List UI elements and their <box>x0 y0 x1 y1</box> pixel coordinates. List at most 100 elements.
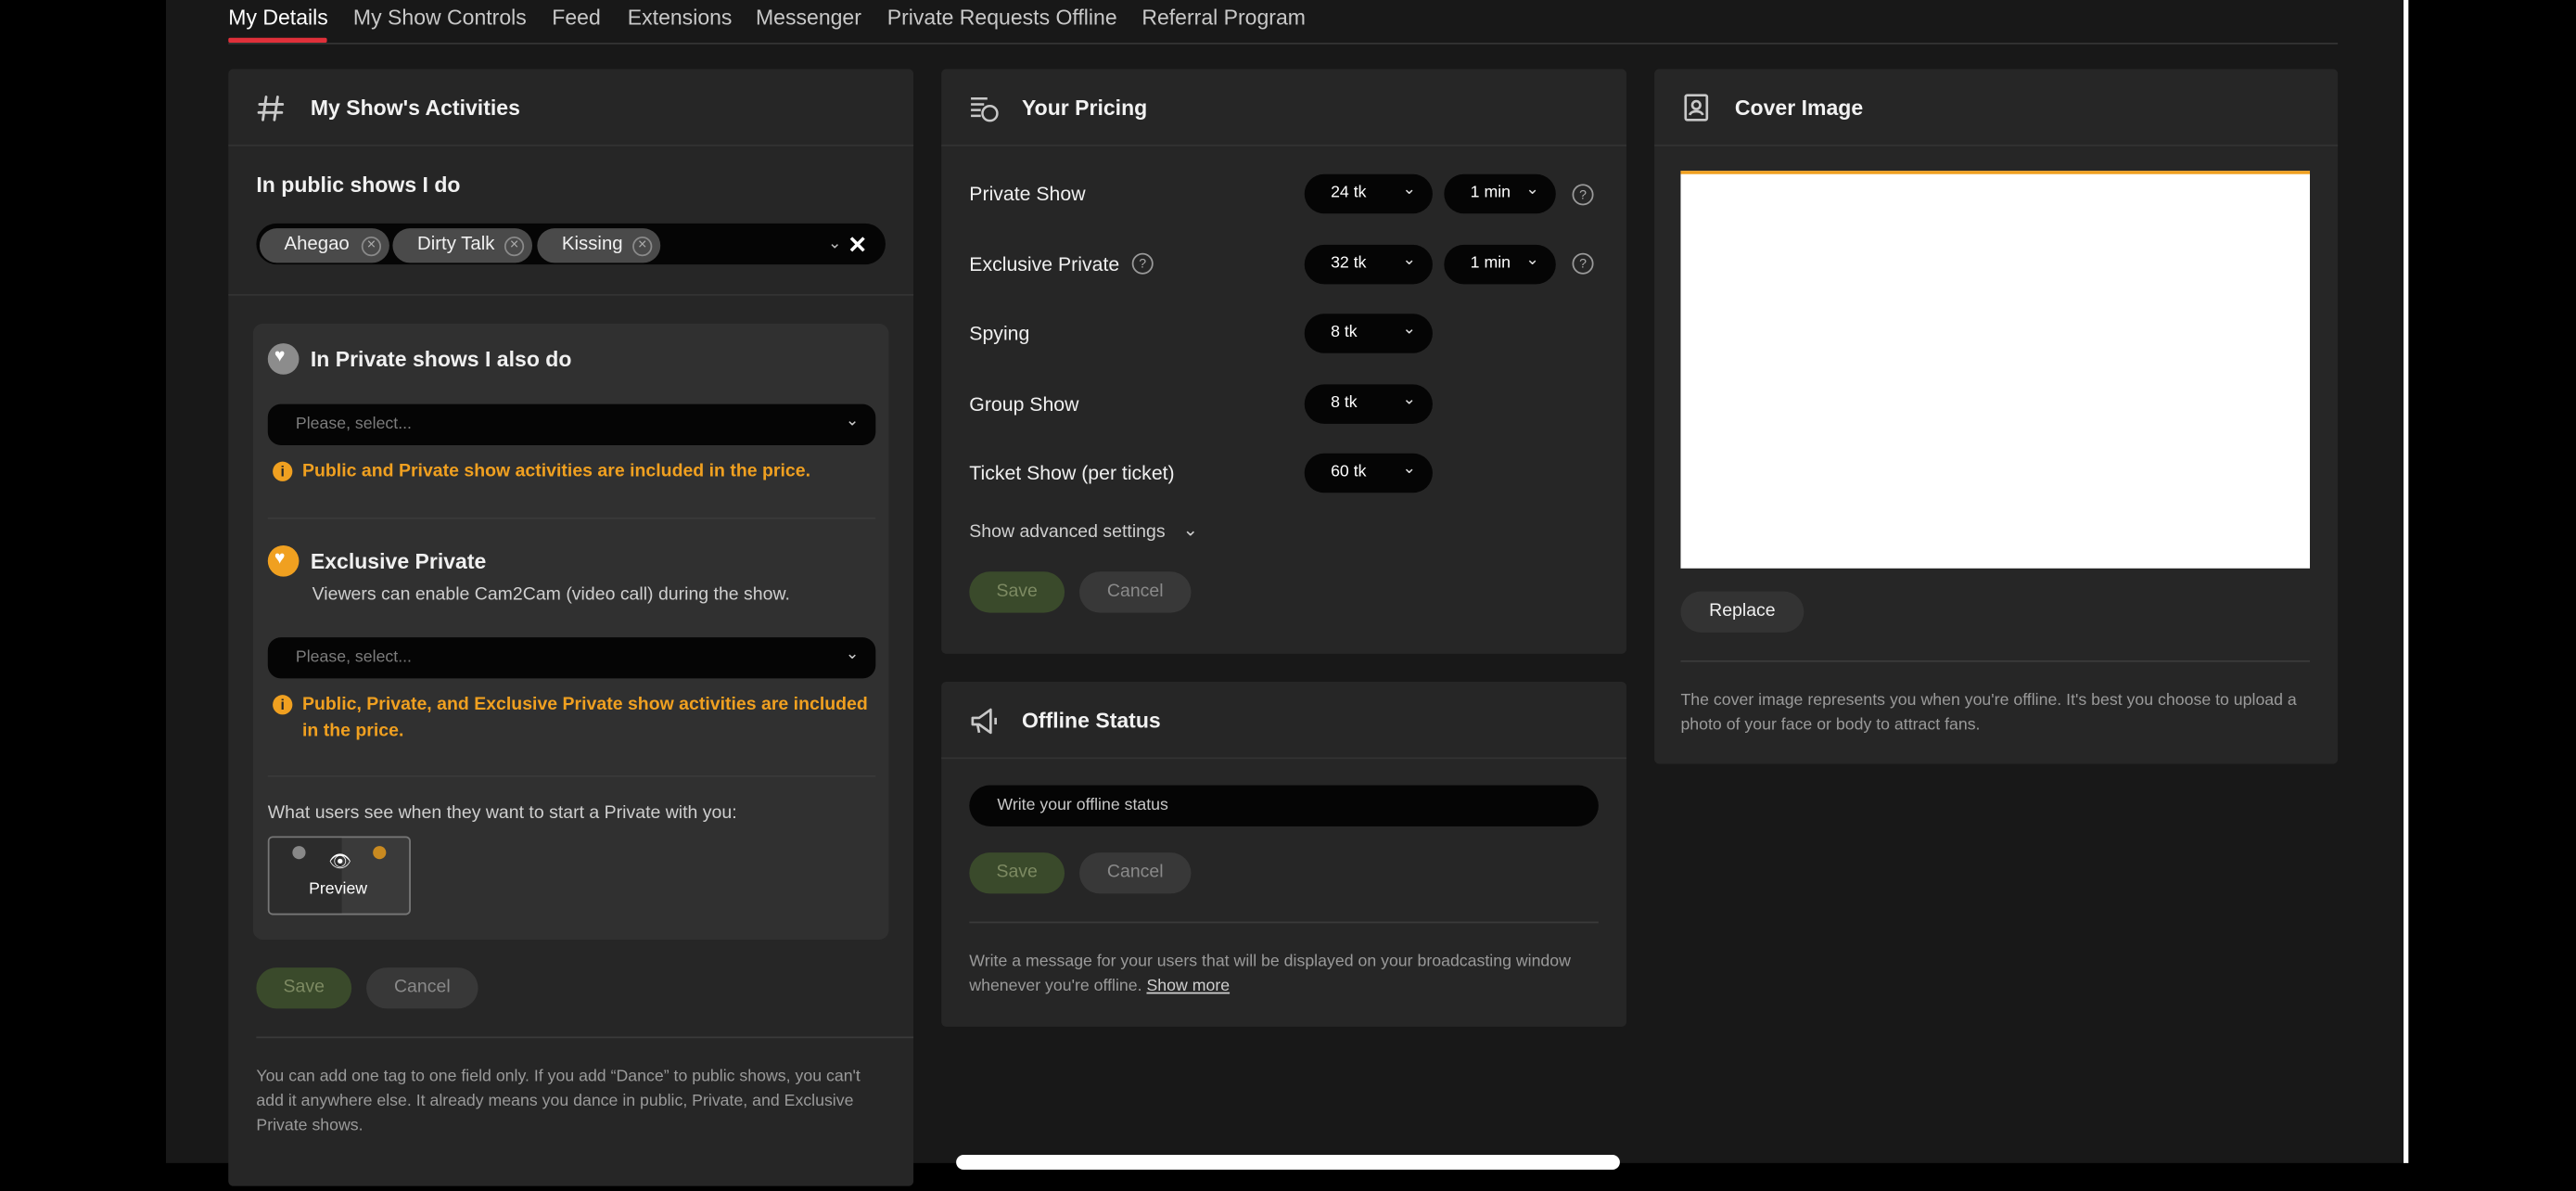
cover-header: Cover Image <box>1654 69 2339 147</box>
heart-icon: ♥ <box>274 346 286 366</box>
select-value: 1 min <box>1470 254 1511 273</box>
preview-thumbnail[interactable]: 👁 Preview <box>267 836 411 916</box>
offline-note: Write a message for your users that will… <box>969 950 1577 999</box>
chevron-down-icon: ⌄ <box>1402 459 1417 479</box>
input-placeholder: Write your offline status <box>997 796 1168 815</box>
select-value: 32 tk <box>1331 254 1367 273</box>
private-heart-badge: ♥ <box>267 343 300 375</box>
group-show-price-select[interactable]: 8 tk ⌄ <box>1304 384 1433 424</box>
preview-label: Preview <box>309 880 368 899</box>
info-icon: i <box>273 695 293 715</box>
offline-status-input[interactable]: Write your offline status <box>969 785 1599 826</box>
offline-title: Offline Status <box>1021 708 1161 733</box>
tag-label: Kissing <box>561 235 623 255</box>
private-show-label: Private Show <box>969 182 1086 206</box>
tag-chip[interactable]: Dirty Talk ✕ <box>392 228 533 263</box>
tab-referral-program[interactable]: Referral Program <box>1141 5 1306 30</box>
pricing-cancel-button[interactable]: Cancel <box>1079 571 1192 613</box>
private-price-note: Public and Private show activities are i… <box>301 461 811 481</box>
select-value: 8 tk <box>1331 323 1358 342</box>
select-value: 24 tk <box>1331 184 1367 202</box>
chevron-down-icon[interactable]: ⌄ <box>1183 519 1198 540</box>
select-placeholder: Please, select... <box>295 648 412 668</box>
chevron-down-icon: ⌄ <box>1402 250 1417 270</box>
portrait-icon <box>1684 94 1709 122</box>
chevron-down-icon: ⌄ <box>1402 320 1417 339</box>
chevron-down-icon: ⌄ <box>845 646 860 664</box>
exclusive-private-label: Exclusive Private <box>969 252 1120 276</box>
pricing-save-button[interactable]: Save <box>969 571 1065 613</box>
tag-chip[interactable]: Ahegao ✕ <box>259 228 389 263</box>
tab-extensions[interactable]: Extensions <box>628 5 733 30</box>
show-more-link[interactable]: Show more <box>1146 978 1230 995</box>
preview-caption: What users see when they want to start a… <box>267 803 737 824</box>
divider <box>267 775 876 777</box>
spying-price-select[interactable]: 8 tk ⌄ <box>1304 314 1433 353</box>
info-icon: i <box>273 461 293 481</box>
exclusive-activities-select[interactable]: Please, select... ⌄ <box>267 637 876 679</box>
hashtag-icon <box>257 96 285 122</box>
private-show-price-select[interactable]: 24 tk ⌄ <box>1304 173 1433 214</box>
exclusive-heart-badge: ♥ <box>267 544 300 577</box>
replace-button[interactable]: Replace <box>1680 591 1804 633</box>
tag-chip[interactable]: Kissing ✕ <box>537 228 661 263</box>
select-value: 8 tk <box>1331 394 1358 413</box>
chevron-down-icon[interactable]: ⌄ <box>828 235 842 252</box>
public-shows-heading: In public shows I do <box>256 172 461 198</box>
tab-my-show-controls[interactable]: My Show Controls <box>353 5 527 30</box>
help-icon[interactable]: ? <box>1131 252 1154 275</box>
divider <box>267 517 876 519</box>
tab-messenger[interactable]: Messenger <box>756 5 861 30</box>
select-value: 1 min <box>1470 184 1511 202</box>
offline-cancel-button[interactable]: Cancel <box>1079 852 1192 894</box>
chevron-down-icon: ⌄ <box>1525 180 1540 199</box>
exclusive-private-duration-select[interactable]: 1 min ⌄ <box>1444 244 1556 285</box>
private-shows-heading: In Private shows I also do <box>310 346 572 372</box>
help-icon[interactable]: ? <box>1572 252 1594 275</box>
activities-save-button[interactable]: Save <box>256 967 352 1009</box>
tab-private-requests-offline[interactable]: Private Requests Offline <box>887 5 1117 30</box>
eye-icon: 👁 <box>328 852 352 873</box>
exclusive-price-note: Public, Private, and Exclusive Private s… <box>301 695 868 741</box>
divider <box>1680 660 2311 662</box>
clear-tags-icon[interactable]: ✕ <box>848 232 867 260</box>
app-viewport: My Details My Show Controls Feed Extensi… <box>0 0 2576 1191</box>
help-icon[interactable]: ? <box>1572 184 1594 206</box>
private-show-duration-select[interactable]: 1 min ⌄ <box>1444 173 1556 214</box>
remove-tag-icon[interactable]: ✕ <box>632 237 653 257</box>
preview-dot <box>373 846 387 860</box>
footer-note: You can add one tag to one field only. I… <box>256 1068 861 1135</box>
chevron-down-icon: ⌄ <box>1402 391 1417 409</box>
offline-save-button[interactable]: Save <box>969 852 1065 894</box>
divider <box>969 921 1599 924</box>
cover-image-preview <box>1680 171 2311 569</box>
offline-header: Offline Status <box>941 682 1626 760</box>
remove-tag-icon[interactable]: ✕ <box>504 237 525 257</box>
spying-label: Spying <box>969 322 1030 345</box>
select-value: 60 tk <box>1331 463 1367 481</box>
megaphone-icon <box>971 708 997 735</box>
heart-icon: ♥ <box>274 548 286 569</box>
chevron-down-icon: ⌄ <box>1402 180 1417 199</box>
screen: My Details My Show Controls Feed Extensi… <box>0 0 2576 1191</box>
pricing-header: Your Pricing <box>941 69 1626 147</box>
tag-label: Ahegao <box>284 235 350 255</box>
advanced-settings-toggle[interactable]: Show advanced settings <box>969 522 1165 542</box>
exclusive-private-price-select[interactable]: 32 tk ⌄ <box>1304 244 1433 285</box>
chevron-down-icon: ⌄ <box>1525 250 1540 270</box>
pricing-panel: Your Pricing <box>941 69 1626 654</box>
remove-tag-icon[interactable]: ✕ <box>361 237 382 257</box>
tab-my-details[interactable]: My Details <box>228 5 328 30</box>
activities-cancel-button[interactable]: Cancel <box>366 967 478 1009</box>
divider <box>256 1036 914 1039</box>
coins-icon <box>971 97 999 122</box>
ticket-show-price-select[interactable]: 60 tk ⌄ <box>1304 453 1433 493</box>
tab-feed[interactable]: Feed <box>552 5 601 30</box>
activities-title: My Show's Activities <box>310 95 520 121</box>
group-show-label: Group Show <box>969 392 1079 416</box>
offline-note-text: Write a message for your users that will… <box>969 953 1571 996</box>
preview-dot <box>292 846 306 860</box>
private-activities-select[interactable]: Please, select... ⌄ <box>267 403 876 445</box>
exclusive-subtitle: Viewers can enable Cam2Cam (video call) … <box>312 584 790 605</box>
chevron-down-icon: ⌄ <box>845 412 860 431</box>
